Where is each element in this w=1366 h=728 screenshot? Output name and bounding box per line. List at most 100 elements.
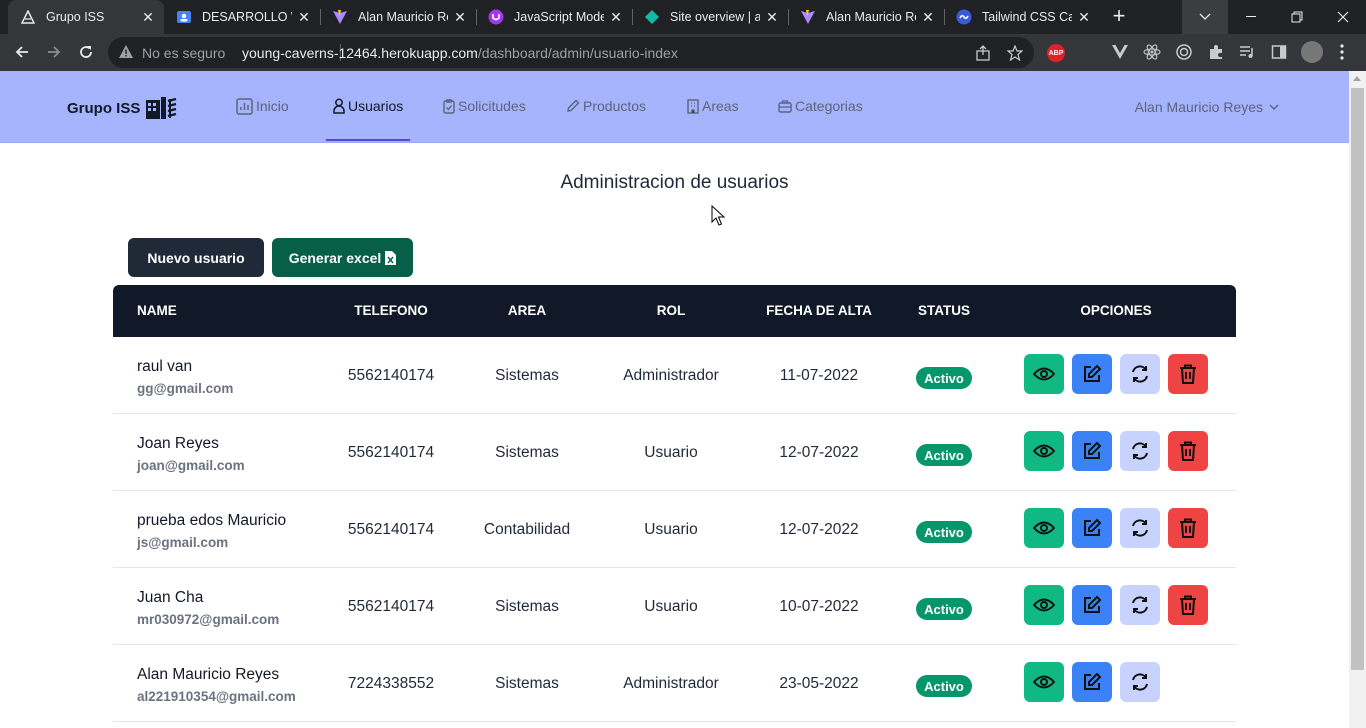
target-extension-icon[interactable] [1174,42,1194,62]
new-tab-button[interactable]: + [1108,5,1130,27]
browser-tab-2[interactable]: Alan Mauricio Re ✕ [320,0,476,34]
column-header-fecha: FECHA DE ALTA [766,303,872,318]
reset-button[interactable] [1120,662,1160,702]
minimize-button[interactable] [1228,0,1274,34]
briefcase-icon [778,100,792,113]
security-label[interactable]: No es seguro [142,45,225,61]
view-button[interactable] [1024,354,1064,394]
area-cell: Sistemas [495,444,559,461]
user-email-cell: mr030972@gmail.com [137,612,280,627]
delete-button[interactable] [1168,508,1208,548]
restore-button[interactable] [1274,0,1320,34]
close-window-button[interactable] [1320,0,1366,34]
kebab-menu-icon[interactable] [1332,42,1352,62]
table-header: NAME TELEFONO AREA ROL FECHA DE ALTA STA… [113,285,1236,337]
nav-item-productos[interactable]: Productos [566,71,646,141]
user-name-cell: Juan Cha [137,589,204,606]
phone-cell: 5562140174 [347,367,435,384]
eye-icon [1033,675,1055,689]
browser-tab-6[interactable]: Tailwind CSS Card ✕ [944,0,1100,34]
browser-tab-0[interactable]: Grupo ISS ✕ [8,0,164,34]
delete-button[interactable] [1168,431,1208,471]
forward-button[interactable] [42,40,66,64]
nav-item-areas[interactable]: Areas [687,71,739,141]
vertical-scrollbar[interactable] [1349,71,1366,728]
brand-logo[interactable]: Grupo ISS [67,97,178,119]
generate-excel-button[interactable]: Generar excel [272,238,413,277]
media-playlist-icon[interactable] [1237,42,1257,62]
address-bar[interactable]: No es seguro young-caverns-12464.herokua… [108,37,1034,68]
user-name-cell: raul van [137,358,193,375]
table-row: Joan Reyes joan@gmail.com 5562140174 Sis… [113,414,1236,491]
status-badge: Activo [916,367,972,389]
edit-button[interactable] [1072,431,1112,471]
view-button[interactable] [1024,662,1064,702]
close-tab-icon[interactable]: ✕ [1076,9,1092,26]
triangle-logo-icon [20,9,36,25]
reset-button[interactable] [1120,354,1160,394]
profile-avatar[interactable] [1301,41,1323,63]
reload-button[interactable] [74,40,98,64]
table-row: prueba edos Mauricio js@gmail.com 556214… [113,491,1236,568]
netlify-icon [644,9,660,25]
adblock-extension-icon[interactable]: ABP [1047,44,1065,62]
delete-button[interactable] [1168,585,1208,625]
close-tab-icon[interactable]: ✕ [920,9,936,26]
browser-tab-4[interactable]: Site overview | al ✕ [632,0,788,34]
nav-item-usuarios[interactable]: Usuarios [326,71,411,141]
edit-icon [1084,441,1102,459]
trash-icon [1180,518,1196,538]
close-tab-icon[interactable]: ✕ [764,9,780,26]
reset-button[interactable] [1120,585,1160,625]
puzzle-extensions-icon[interactable] [1206,42,1226,62]
vue-devtools-icon[interactable] [1110,42,1130,62]
browser-tab-5[interactable]: Alan Mauricio Re ✕ [788,0,944,34]
date-cell: 10-07-2022 [779,598,859,615]
refresh-icon [1132,519,1148,537]
phone-cell: 7224338552 [347,675,435,692]
tab-search-button[interactable] [1182,0,1228,34]
edit-icon [1084,364,1102,382]
view-button[interactable] [1024,431,1064,471]
browser-tab-3[interactable]: JavaScript Moder ✕ [476,0,632,34]
close-tab-icon[interactable]: ✕ [608,9,624,26]
new-user-button[interactable]: Nuevo usuario [128,238,264,277]
share-icon[interactable] [974,44,992,62]
close-tab-icon[interactable]: ✕ [140,9,156,26]
role-cell: Usuario [644,598,698,615]
reset-button[interactable] [1120,431,1160,471]
eye-icon [1033,444,1055,458]
user-menu[interactable]: Alan Mauricio Reyes [1135,99,1279,115]
user-name-cell: Joan Reyes [137,435,219,452]
udemy-icon [488,9,504,25]
edit-button[interactable] [1072,508,1112,548]
edit-button[interactable] [1072,585,1112,625]
edit-button[interactable] [1072,662,1112,702]
pencil-icon [567,99,580,112]
reset-button[interactable] [1120,508,1160,548]
user-email-cell: gg@gmail.com [137,381,234,396]
side-panel-icon[interactable] [1269,42,1289,62]
view-button[interactable] [1024,508,1064,548]
delete-button[interactable] [1168,354,1208,394]
column-header-status: STATUS [918,303,970,318]
view-button[interactable] [1024,585,1064,625]
close-tab-icon[interactable]: ✕ [452,9,468,26]
scroll-up-arrow-icon[interactable] [1353,76,1361,81]
nav-item-categorias[interactable]: Categorias [778,71,863,141]
nav-item-inicio[interactable]: Inicio [236,71,289,141]
nav-item-solicitudes[interactable]: Solicitudes [443,71,526,141]
active-tab-indicator [326,139,411,141]
close-tab-icon[interactable]: ✕ [296,9,312,26]
user-email-cell: joan@gmail.com [137,458,245,473]
back-button[interactable] [10,40,34,64]
browser-tab-1[interactable]: DESARROLLO WE ✕ [164,0,320,34]
refresh-icon [1132,365,1148,383]
user-icon [333,98,345,114]
bookmark-star-icon[interactable] [1006,44,1024,62]
scrollbar-thumb[interactable] [1351,88,1364,670]
user-email-cell: al221910354@gmail.com [137,689,296,704]
react-devtools-icon[interactable] [1142,42,1162,62]
edit-button[interactable] [1072,354,1112,394]
url-text[interactable]: young-caverns-12464.herokuapp.com/dashbo… [242,45,678,61]
